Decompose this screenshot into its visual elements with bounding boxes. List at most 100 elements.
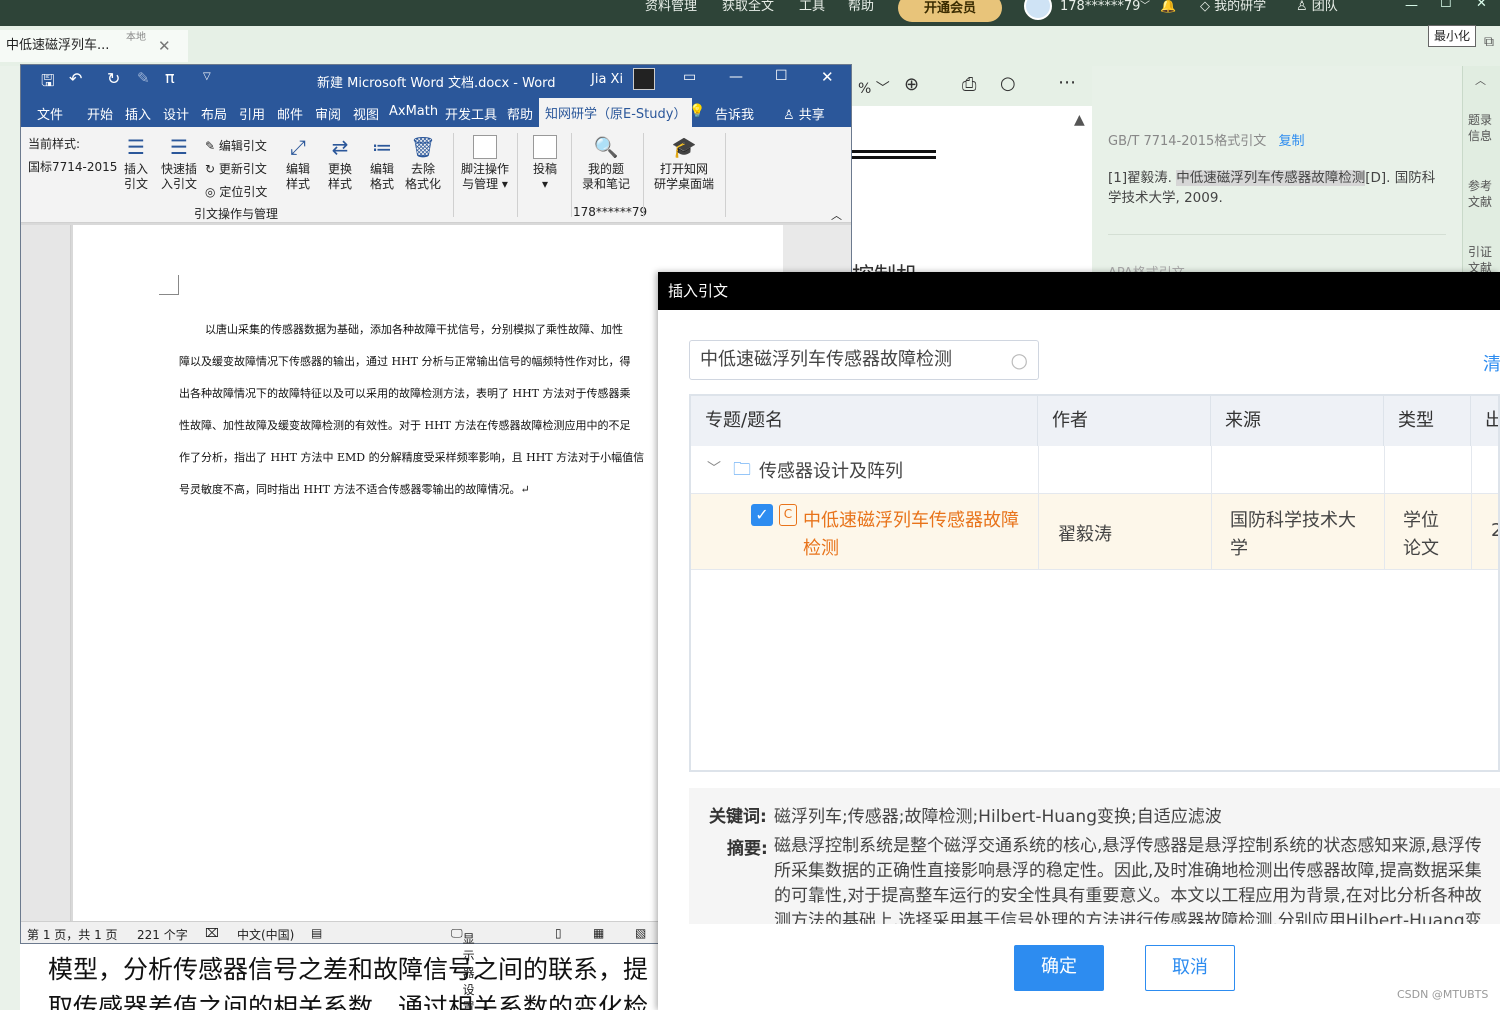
col-source[interactable]: 来源 xyxy=(1211,396,1384,446)
chevron-down-icon[interactable]: ﹀ xyxy=(1140,0,1150,14)
proofing-icon[interactable]: ⌧ xyxy=(205,926,219,940)
tab-close-icon[interactable]: ✕ xyxy=(158,30,171,62)
keywords-label: 关键词: xyxy=(709,807,767,827)
restore-icon[interactable]: ⧉ xyxy=(1484,34,1494,50)
scroll-up-icon[interactable]: ▲ xyxy=(1074,112,1085,128)
more-icon[interactable]: ⋯ xyxy=(1058,72,1076,93)
clear-button[interactable]: 清 xyxy=(1483,350,1500,376)
team-link[interactable]: ♙ 团队 xyxy=(1296,0,1338,14)
menu-get-fulltext[interactable]: 获取全文 xyxy=(722,0,774,14)
edit-style-button[interactable]: ⤢ 编辑 样式 xyxy=(283,135,313,192)
reader-line: 模型，分析传感器信号之差和故障信号之间的联系，提 xyxy=(48,955,649,984)
equation-icon[interactable]: π xyxy=(165,68,175,87)
copy-link[interactable]: 复制 xyxy=(1278,134,1304,149)
save-icon[interactable]: 🖫 xyxy=(41,70,55,97)
word-maximize-icon[interactable]: ☐ xyxy=(775,68,788,84)
avatar[interactable] xyxy=(1024,0,1052,20)
insert-citation-icon: ☰ xyxy=(127,135,145,159)
refresh-icon: ↻ xyxy=(205,162,216,176)
display-settings[interactable]: 🖵 显示器设置 xyxy=(451,926,475,1010)
quick-insert-button[interactable]: ☰ 快速插 入引文 xyxy=(157,135,201,192)
tab-title: 中低速磁浮列车... xyxy=(6,38,110,53)
word-user[interactable]: Jia Xi xyxy=(591,72,623,87)
tab-review[interactable]: 审阅 xyxy=(315,104,341,123)
tell-me[interactable]: 告诉我 xyxy=(715,104,754,123)
col-type[interactable]: 类型 xyxy=(1384,396,1471,446)
close-icon[interactable]: ✕ xyxy=(1476,0,1487,11)
cancel-button[interactable]: 取消 xyxy=(1145,945,1235,991)
tab-layout[interactable]: 布局 xyxy=(201,104,227,123)
print-layout-icon[interactable]: ▦ xyxy=(593,926,604,940)
menu-tools[interactable]: 工具 xyxy=(799,0,825,14)
zoom-percent-icon[interactable]: % ﹀ xyxy=(858,78,890,98)
my-study-link[interactable]: ◇ 我的研学 xyxy=(1200,0,1266,14)
change-style-button[interactable]: ⇄ 更换 样式 xyxy=(325,135,355,192)
col-year[interactable]: 出 xyxy=(1471,396,1498,446)
read-mode-icon[interactable]: ▯ xyxy=(555,926,562,940)
collapse-ribbon-icon[interactable]: ︿ xyxy=(831,207,842,223)
vip-label: 开通会员 xyxy=(923,1,976,16)
user-avatar[interactable] xyxy=(633,68,655,90)
tab-estudy[interactable]: 知网研学（原E-Study） xyxy=(539,98,693,127)
chevron-down-icon[interactable]: ﹀ xyxy=(707,458,721,478)
tab-references[interactable]: 引用 xyxy=(239,104,265,123)
macro-icon[interactable]: ▤ xyxy=(311,926,322,940)
update-citation-button[interactable]: ↻ 更新引文 xyxy=(205,158,267,181)
col-author[interactable]: 作者 xyxy=(1038,396,1211,446)
format-painter-icon[interactable]: ✎ xyxy=(137,69,150,87)
ok-button[interactable]: 确定 xyxy=(1014,945,1104,991)
word-close-icon[interactable]: ✕ xyxy=(821,68,834,86)
remove-format-button[interactable]: 🗑 去除 格式化 xyxy=(403,135,443,192)
menu-help[interactable]: 帮助 xyxy=(848,0,874,14)
group-row[interactable]: ﹀ 🗀 传感器设计及阵列 xyxy=(691,446,1498,494)
nav-references[interactable]: 参考文献 xyxy=(1468,178,1496,210)
open-desktop-button[interactable]: 🎓 打开知网 研学桌面端 xyxy=(649,135,719,192)
submit-button[interactable]: 投稿 ▾ xyxy=(525,135,565,192)
menu-resource-manage[interactable]: 资料管理 xyxy=(645,0,697,14)
search-icon[interactable]: ○ xyxy=(1000,73,1016,94)
tab-help[interactable]: 帮助 xyxy=(507,104,533,123)
customize-qat-icon[interactable]: ▽ xyxy=(203,71,211,82)
web-layout-icon[interactable]: ▧ xyxy=(635,926,646,940)
edit-format-button[interactable]: ≔ 编辑 格式 xyxy=(367,135,397,192)
row-title-line1[interactable]: 中低速磁浮列车传感器故障 xyxy=(803,506,1019,532)
tab-axmath[interactable]: AxMath xyxy=(389,104,438,119)
table-row[interactable]: ✓ C 中低速磁浮列车传感器故障 检测 翟毅涛 国防科学技术大 学 学位 论文 … xyxy=(691,494,1498,570)
tell-me-icon[interactable]: 💡 xyxy=(689,104,705,119)
redo-icon[interactable]: ↻ xyxy=(107,69,120,88)
share-button[interactable]: ♙ 共享 xyxy=(783,104,825,123)
minimize-icon[interactable]: — xyxy=(1405,0,1418,13)
tab-developer[interactable]: 开发工具 xyxy=(445,104,497,123)
tab-design[interactable]: 设计 xyxy=(163,104,189,123)
ribbon-options-icon[interactable]: ▭ xyxy=(683,69,696,85)
tab-file[interactable]: 文件 xyxy=(37,104,63,123)
tab-mailings[interactable]: 邮件 xyxy=(277,104,303,123)
tab-document[interactable]: 中低速磁浮列车... 本地 ✕ xyxy=(0,30,188,62)
user-name[interactable]: 178******79 xyxy=(1060,0,1140,14)
bell-icon[interactable]: 🔔 xyxy=(1160,0,1176,14)
maximize-icon[interactable]: ☐ xyxy=(1440,0,1452,11)
status-lang[interactable]: 中文(中国) xyxy=(237,926,294,943)
undo-icon[interactable]: ↶ xyxy=(69,69,82,88)
edit-citation-button[interactable]: ✎ 编辑引文 xyxy=(205,135,267,158)
insert-citation-button[interactable]: ☰ 插入 引文 xyxy=(119,135,153,192)
row-title-line2[interactable]: 检测 xyxy=(803,534,839,560)
row-checkbox[interactable]: ✓ xyxy=(751,504,773,526)
nav-record-info[interactable]: 题录信息 xyxy=(1468,112,1496,144)
tab-home[interactable]: 开始 xyxy=(87,104,113,123)
col-title[interactable]: 专题/题名 xyxy=(691,396,1038,446)
search-input[interactable]: 中低速磁浮列车传感器故障检测 ○ xyxy=(689,340,1039,380)
print-icon[interactable]: ⎙ xyxy=(962,74,976,95)
locate-citation-button[interactable]: ◎ 定位引文 xyxy=(205,181,267,204)
footnote-button[interactable]: 脚注操作 与管理 ▾ xyxy=(459,135,511,192)
word-minimize-icon[interactable]: — xyxy=(729,69,743,85)
tab-insert[interactable]: 插入 xyxy=(125,104,151,123)
my-notes-button[interactable]: 🔍 我的题 录和笔记 xyxy=(577,135,635,192)
zoom-in-icon[interactable]: ⊕ xyxy=(904,74,919,95)
vip-button[interactable]: 开通会员 xyxy=(898,0,1002,22)
tab-view[interactable]: 视图 xyxy=(353,104,379,123)
search-icon[interactable]: ○ xyxy=(1011,341,1028,379)
status-page[interactable]: 第 1 页，共 1 页 xyxy=(27,926,118,943)
collapse-up-icon[interactable]: ︿ xyxy=(1475,72,1486,88)
status-words[interactable]: 221 个字 xyxy=(137,926,188,943)
